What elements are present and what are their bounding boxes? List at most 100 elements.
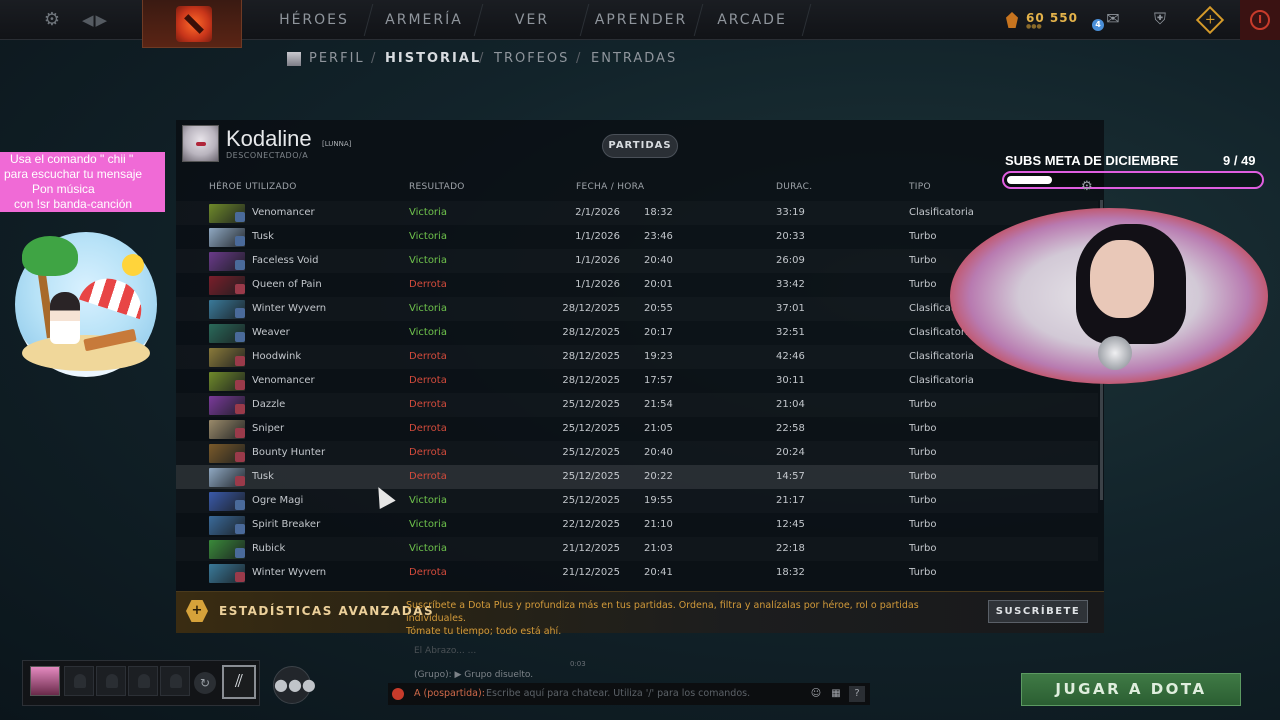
column-header-type: TIPO	[909, 182, 931, 192]
match-duration: 30:11	[776, 375, 805, 386]
match-type: Clasificatoria	[909, 351, 974, 362]
player-avatar[interactable]	[182, 125, 219, 162]
hero-name: Rubick	[252, 543, 286, 554]
match-row[interactable]: Tusk Derrota 25/12/2025 20:22 14:57 Turbo	[176, 465, 1098, 489]
match-time: 20:40	[644, 447, 673, 458]
match-duration: 21:04	[776, 399, 805, 410]
match-time: 20:01	[644, 279, 673, 290]
sun-shape	[122, 254, 144, 276]
match-duration: 21:17	[776, 495, 805, 506]
nav-tab-watch[interactable]: VER	[482, 0, 582, 40]
chibi-girl-shape	[50, 292, 80, 344]
nav-tab-armory[interactable]: ARMERÍA	[372, 0, 476, 40]
match-duration: 33:42	[776, 279, 805, 290]
role-icon	[235, 548, 245, 558]
match-date: 25/12/2025	[562, 495, 620, 506]
dota-logo-icon[interactable]	[176, 6, 212, 42]
hero-name: Faceless Void	[252, 255, 319, 266]
player-name: Kodaline	[226, 126, 312, 151]
subnav-separator: /	[576, 51, 581, 66]
subnav-trophies[interactable]: TROFEOS	[494, 51, 569, 67]
hero-name: Weaver	[252, 327, 290, 338]
match-result: Derrota	[409, 375, 447, 386]
role-icon	[235, 476, 245, 486]
match-date: 1/1/2026	[575, 231, 620, 242]
palm-leaves-shape	[22, 236, 78, 276]
nav-tab-learn[interactable]: APRENDER	[588, 0, 694, 40]
role-icon	[235, 356, 245, 366]
rank-medal-icon[interactable]: ⫽	[222, 665, 256, 699]
match-row[interactable]: Tusk Victoria 1/1/2026 23:46 20:33 Turbo	[176, 225, 1098, 249]
emoji-icon[interactable]: ☺	[808, 686, 824, 702]
match-time: 23:46	[644, 231, 673, 242]
match-result: Victoria	[409, 327, 447, 338]
dota-plus-title: ESTADÍSTICAS AVANZADAS	[219, 604, 435, 618]
notification-badge: 4	[1092, 19, 1104, 31]
match-result: Derrota	[409, 423, 447, 434]
notifications-icon[interactable]: ✉	[1102, 8, 1124, 30]
match-row[interactable]: Dazzle Derrota 25/12/2025 21:54 21:04 Turbo	[176, 393, 1098, 417]
match-row[interactable]: Spirit Breaker Victoria 22/12/2025 21:10 12:…	[176, 513, 1098, 537]
role-icon	[235, 500, 245, 510]
subnav-history[interactable]: HISTORIAL	[385, 51, 481, 67]
command-line-2: para escuchar tu mensaje	[4, 167, 143, 181]
play-dota-button[interactable]: JUGAR A DOTA	[1021, 673, 1241, 706]
match-row[interactable]: Hoodwink Derrota 28/12/2025 19:23 42:46 Clasi…	[176, 345, 1098, 369]
match-row[interactable]: Bounty Hunter Derrota 25/12/2025 20:40 20:24…	[176, 441, 1098, 465]
back-forward-arrows-icon[interactable]: ◀▶	[82, 10, 112, 30]
match-row[interactable]: Venomancer Derrota 28/12/2025 17:57 30:11 Cla…	[176, 369, 1098, 393]
armory-shield-icon[interactable]: ⛨	[1149, 8, 1171, 30]
subnav-tickets[interactable]: ENTRADAS	[591, 51, 677, 67]
match-duration: 26:09	[776, 255, 805, 266]
match-row[interactable]: Sniper Derrota 25/12/2025 21:05 22:58 Turbo	[176, 417, 1098, 441]
subscribe-button[interactable]: SUSCRÍBETE	[988, 600, 1088, 623]
currency-dots-icon: ●●●	[1026, 23, 1042, 30]
match-time: 19:55	[644, 495, 673, 506]
match-row[interactable]: Venomancer Victoria 2/1/2026 18:32 33:19 Clas…	[176, 201, 1098, 225]
chat-help-button[interactable]: ?	[849, 686, 865, 702]
match-date: 28/12/2025	[562, 375, 620, 386]
subnav-profile[interactable]: PERFIL	[309, 51, 365, 67]
match-date: 25/12/2025	[562, 423, 620, 434]
column-header-date: FECHA / HORA	[576, 182, 645, 192]
match-result: Derrota	[409, 279, 447, 290]
match-date: 21/12/2025	[562, 543, 620, 554]
match-type: Clasificatoria	[909, 207, 974, 218]
match-result: Derrota	[409, 351, 447, 362]
nav-tab-arcade[interactable]: ARCADE	[702, 0, 802, 40]
chat-settings-icon[interactable]: ▦	[828, 686, 844, 702]
chat-channel-icon[interactable]	[392, 688, 404, 700]
match-result: Victoria	[409, 303, 447, 314]
party-empty-slot[interactable]	[128, 666, 158, 696]
dota-plus-desc-line1: Suscríbete a Dota Plus y profundiza más …	[406, 600, 919, 624]
match-duration: 18:32	[776, 567, 805, 578]
hero-name: Winter Wyvern	[252, 303, 327, 314]
role-icon	[235, 380, 245, 390]
power-icon[interactable]: I	[1250, 10, 1270, 30]
role-icon	[235, 260, 245, 270]
nav-tab-heroes[interactable]: HÉROES	[262, 0, 366, 40]
match-type: Turbo	[909, 447, 937, 458]
hero-name: Venomancer	[252, 207, 315, 218]
match-time: 20:41	[644, 567, 673, 578]
queue-refresh-icon[interactable]: ↻	[194, 672, 216, 694]
matches-filter-button[interactable]: PARTIDAS	[602, 134, 678, 158]
chat-channel-label[interactable]: A (pospartida):	[414, 688, 485, 699]
match-time: 20:40	[644, 255, 673, 266]
match-date: 21/12/2025	[562, 567, 620, 578]
party-self-avatar[interactable]	[30, 666, 60, 696]
party-empty-slot[interactable]	[64, 666, 94, 696]
match-date: 25/12/2025	[562, 471, 620, 482]
role-icon	[235, 404, 245, 414]
party-empty-slot[interactable]	[96, 666, 126, 696]
match-row[interactable]: Ogre Magi Victoria 25/12/2025 19:55 21:17 Tur…	[176, 489, 1098, 513]
party-empty-slot[interactable]	[160, 666, 190, 696]
settings-gear-icon[interactable]: ⚙	[42, 10, 62, 30]
match-row[interactable]: Rubick Victoria 21/12/2025 21:03 22:18 Turbo	[176, 537, 1098, 561]
match-result: Victoria	[409, 543, 447, 554]
match-time: 20:22	[644, 471, 673, 482]
match-time: 20:17	[644, 327, 673, 338]
chat-input[interactable]: Escribe aquí para chatear. Utiliza '/' p…	[486, 688, 750, 699]
group-people-icon[interactable]: ●●●	[273, 666, 316, 704]
match-row[interactable]: Winter Wyvern Derrota 21/12/2025 20:41 18:32…	[176, 561, 1098, 585]
